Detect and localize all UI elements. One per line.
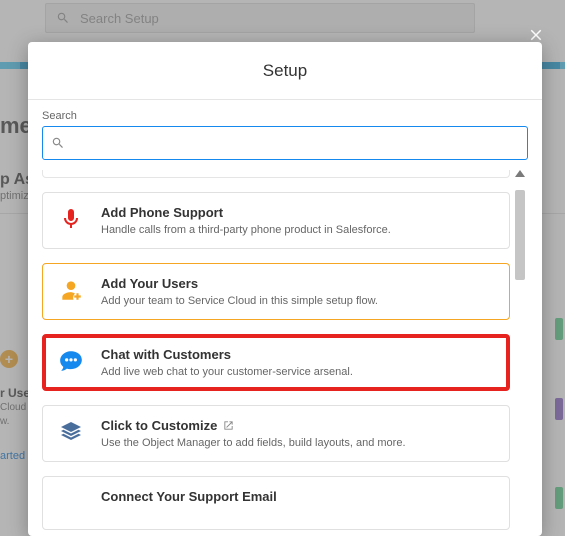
layers-icon (57, 418, 85, 446)
card-click-to-customize[interactable]: Click to Customize Use the Object Manage… (42, 405, 510, 462)
card-add-your-users[interactable]: Add Your Users Add your team to Service … (42, 263, 510, 320)
modal-title: Setup (28, 42, 542, 100)
card-chat-with-customers[interactable]: Chat with Customers Add live web chat to… (42, 334, 510, 391)
card-add-phone-support[interactable]: Add Phone Support Handle calls from a th… (42, 192, 510, 249)
scroll-thumb[interactable] (515, 190, 525, 280)
previous-card-edge (42, 170, 510, 178)
search-input[interactable] (42, 126, 528, 160)
scrollbar[interactable] (512, 170, 528, 530)
search-label: Search (42, 110, 528, 122)
card-desc: Use the Object Manager to add fields, bu… (101, 437, 406, 449)
modal-body: Search Add Phone Support Handle calls fr… (28, 100, 542, 536)
microphone-icon (57, 205, 85, 233)
search-icon (51, 136, 65, 150)
card-title: Add Phone Support (101, 205, 391, 220)
user-add-icon (57, 276, 85, 304)
card-desc: Handle calls from a third-party phone pr… (101, 224, 391, 236)
setup-modal: Setup Search Add Phone Support Handle ca… (28, 42, 542, 536)
scroll-up-arrow-icon[interactable] (515, 170, 525, 177)
card-desc: Add live web chat to your customer-servi… (101, 366, 353, 378)
card-title: Add Your Users (101, 276, 378, 291)
card-title: Connect Your Support Email (101, 489, 277, 504)
chat-icon (57, 347, 85, 375)
card-desc: Add your team to Service Cloud in this s… (101, 295, 378, 307)
card-title: Click to Customize (101, 418, 406, 433)
email-icon (57, 489, 85, 517)
results-list: Add Phone Support Handle calls from a th… (42, 170, 510, 530)
card-connect-support-email[interactable]: Connect Your Support Email (42, 476, 510, 530)
card-title: Chat with Customers (101, 347, 353, 362)
results-area: Add Phone Support Handle calls from a th… (42, 170, 528, 530)
search-field-wrap (42, 126, 528, 160)
external-link-icon (223, 420, 234, 431)
